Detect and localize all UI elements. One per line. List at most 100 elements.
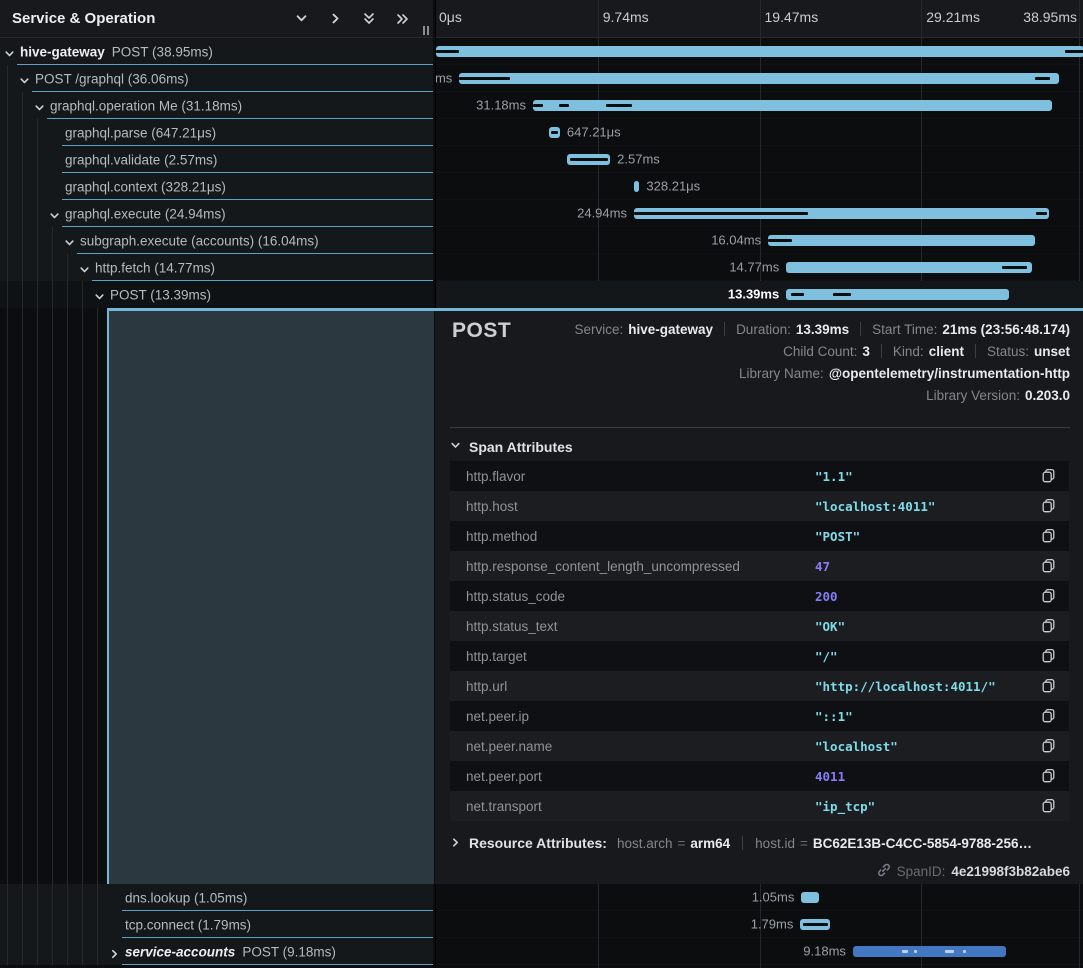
attribute-value: "localhost:4011" <box>815 499 935 514</box>
span-duration-bar[interactable] <box>533 100 1052 111</box>
copy-icon[interactable] <box>1041 708 1057 724</box>
detail-meta-line: Child Count:3Kind:clientStatus:unset <box>574 340 1070 362</box>
attribute-value: "localhost" <box>815 739 898 754</box>
span-duration-bar[interactable] <box>549 127 560 138</box>
timeline-row: 36.06ms <box>436 65 1083 92</box>
indent-guide <box>52 938 53 965</box>
span-tree-row[interactable]: graphql.parse (647.21μs) <box>0 119 433 146</box>
attribute-row: net.peer.name "localhost" <box>450 731 1069 761</box>
chevron-down-icon[interactable] <box>293 11 309 27</box>
child-span-marker <box>791 293 804 296</box>
copy-icon[interactable] <box>1041 798 1057 814</box>
chevron-down-icon <box>450 438 461 456</box>
operation-name: dns.lookup (1.05ms) <box>125 890 247 905</box>
span-tree-row[interactable]: graphql.operation Me (31.18ms) <box>0 92 433 119</box>
splitter-grip[interactable] <box>423 26 429 35</box>
chevron-right-icon[interactable] <box>109 946 120 957</box>
timeline-row: 328.21μs <box>436 173 1083 200</box>
attribute-row: net.transport"ip_tcp" <box>450 791 1069 821</box>
attribute-row: http.status_text"OK" <box>450 611 1069 641</box>
child-span-marker <box>570 158 608 161</box>
span-duration-bar[interactable] <box>567 154 610 165</box>
span-duration-bar[interactable] <box>786 262 1032 273</box>
service-name: hive-gateway <box>20 44 105 59</box>
copy-icon[interactable] <box>1041 528 1057 544</box>
indent-guide <box>7 911 8 938</box>
span-tree-row[interactable]: subgraph.execute (accounts) (16.04ms) <box>0 227 433 254</box>
attribute-value: "/" <box>815 649 838 664</box>
span-detail-title: POST <box>452 319 511 343</box>
span-tree-row[interactable]: hive-gatewayPOST (38.95ms) <box>0 38 433 65</box>
span-duration-bar[interactable] <box>800 919 830 930</box>
timeline-row: 38.95ms <box>436 38 1083 65</box>
indent-guide <box>82 911 83 938</box>
copy-icon[interactable] <box>1041 738 1057 754</box>
chevron-down-icon[interactable] <box>19 73 30 84</box>
timeline-row: 24.94ms <box>436 200 1083 227</box>
span-tree-row[interactable]: graphql.execute (24.94ms) <box>0 200 433 227</box>
span-id-value: 4e21998f3b82abe6 <box>951 864 1070 879</box>
copy-icon[interactable] <box>1041 648 1057 664</box>
chevron-down-icon[interactable] <box>64 235 75 246</box>
attribute-key: http.url <box>450 679 507 694</box>
span-duration-bar[interactable] <box>634 181 639 192</box>
equals-sign: = <box>677 836 685 851</box>
copy-icon[interactable] <box>1041 558 1057 574</box>
attribute-key: http.target <box>450 649 527 664</box>
span-duration-bar[interactable] <box>459 73 1059 84</box>
indent-guide <box>37 146 38 173</box>
span-duration-label: 328.21μs <box>646 179 700 194</box>
copy-icon[interactable] <box>1041 498 1057 514</box>
copy-icon[interactable] <box>1041 468 1057 484</box>
chevron-right-icon[interactable] <box>327 11 343 27</box>
span-duration-bar[interactable] <box>786 289 1009 300</box>
chevron-down-icon[interactable] <box>79 262 90 273</box>
chevron-down-icon[interactable] <box>94 289 105 300</box>
span-duration-label: 31.18ms <box>476 98 526 113</box>
span-row-label: POST (13.39ms) <box>110 287 211 302</box>
span-tree-row[interactable]: graphql.context (328.21μs) <box>0 173 433 200</box>
child-span-marker <box>606 104 632 107</box>
span-duration-bar[interactable] <box>853 946 1006 957</box>
span-tree-row[interactable]: http.fetch (14.77ms) <box>0 254 433 281</box>
meta-label: Kind: <box>893 344 924 359</box>
chevron-down-icon[interactable] <box>49 208 60 219</box>
span-attributes-header[interactable]: Span Attributes <box>450 438 573 456</box>
timeline-row: 1.79ms <box>436 911 1083 938</box>
operation-name: POST (9.18ms) <box>242 944 336 959</box>
detail-divider <box>450 427 1070 428</box>
meta-value: hive-gateway <box>628 322 713 337</box>
span-duration-bar[interactable] <box>768 235 1035 246</box>
child-span-marker <box>963 950 966 953</box>
child-span-marker <box>1002 266 1027 269</box>
span-duration-bar[interactable] <box>436 46 1083 57</box>
resource-attributes-row[interactable]: Resource Attributes: host.arch=arm64host… <box>450 835 1032 851</box>
attribute-row: net.peer.ip"::1" <box>450 701 1069 731</box>
span-tree-row[interactable]: POST /graphql (36.06ms) <box>0 65 433 92</box>
span-tree-row[interactable]: service-accountsPOST (9.18ms) <box>0 938 433 965</box>
attribute-key: net.peer.name <box>450 739 552 754</box>
copy-icon[interactable] <box>1041 678 1057 694</box>
chevron-down-icon[interactable] <box>4 46 15 57</box>
attribute-key: http.status_text <box>450 619 558 634</box>
detail-meta-item: Start Time:21ms (23:56:48.174) <box>872 322 1070 337</box>
copy-icon[interactable] <box>1041 768 1057 784</box>
attribute-value: "http://localhost:4011/" <box>815 679 996 694</box>
copy-icon[interactable] <box>1041 618 1057 634</box>
span-duration-bar[interactable] <box>801 892 818 903</box>
meta-value: client <box>929 344 964 359</box>
span-tree-row[interactable]: POST (13.39ms) <box>0 281 433 308</box>
copy-icon[interactable] <box>1041 588 1057 604</box>
chevron-down-icon[interactable] <box>34 100 45 111</box>
indent-guide <box>22 938 23 965</box>
span-duration-bar[interactable] <box>634 208 1049 219</box>
child-span-marker <box>1035 77 1050 80</box>
indent-guide <box>7 254 8 281</box>
indent-guide <box>82 281 83 308</box>
span-tree-row[interactable]: graphql.validate (2.57ms) <box>0 146 433 173</box>
double-chevron-right-icon[interactable] <box>395 11 411 27</box>
span-tree-row[interactable]: tcp.connect (1.79ms) <box>0 911 433 938</box>
double-chevron-down-icon[interactable] <box>361 11 377 27</box>
attribute-key: http.flavor <box>450 469 525 484</box>
span-tree-row[interactable]: dns.lookup (1.05ms) <box>0 884 433 911</box>
